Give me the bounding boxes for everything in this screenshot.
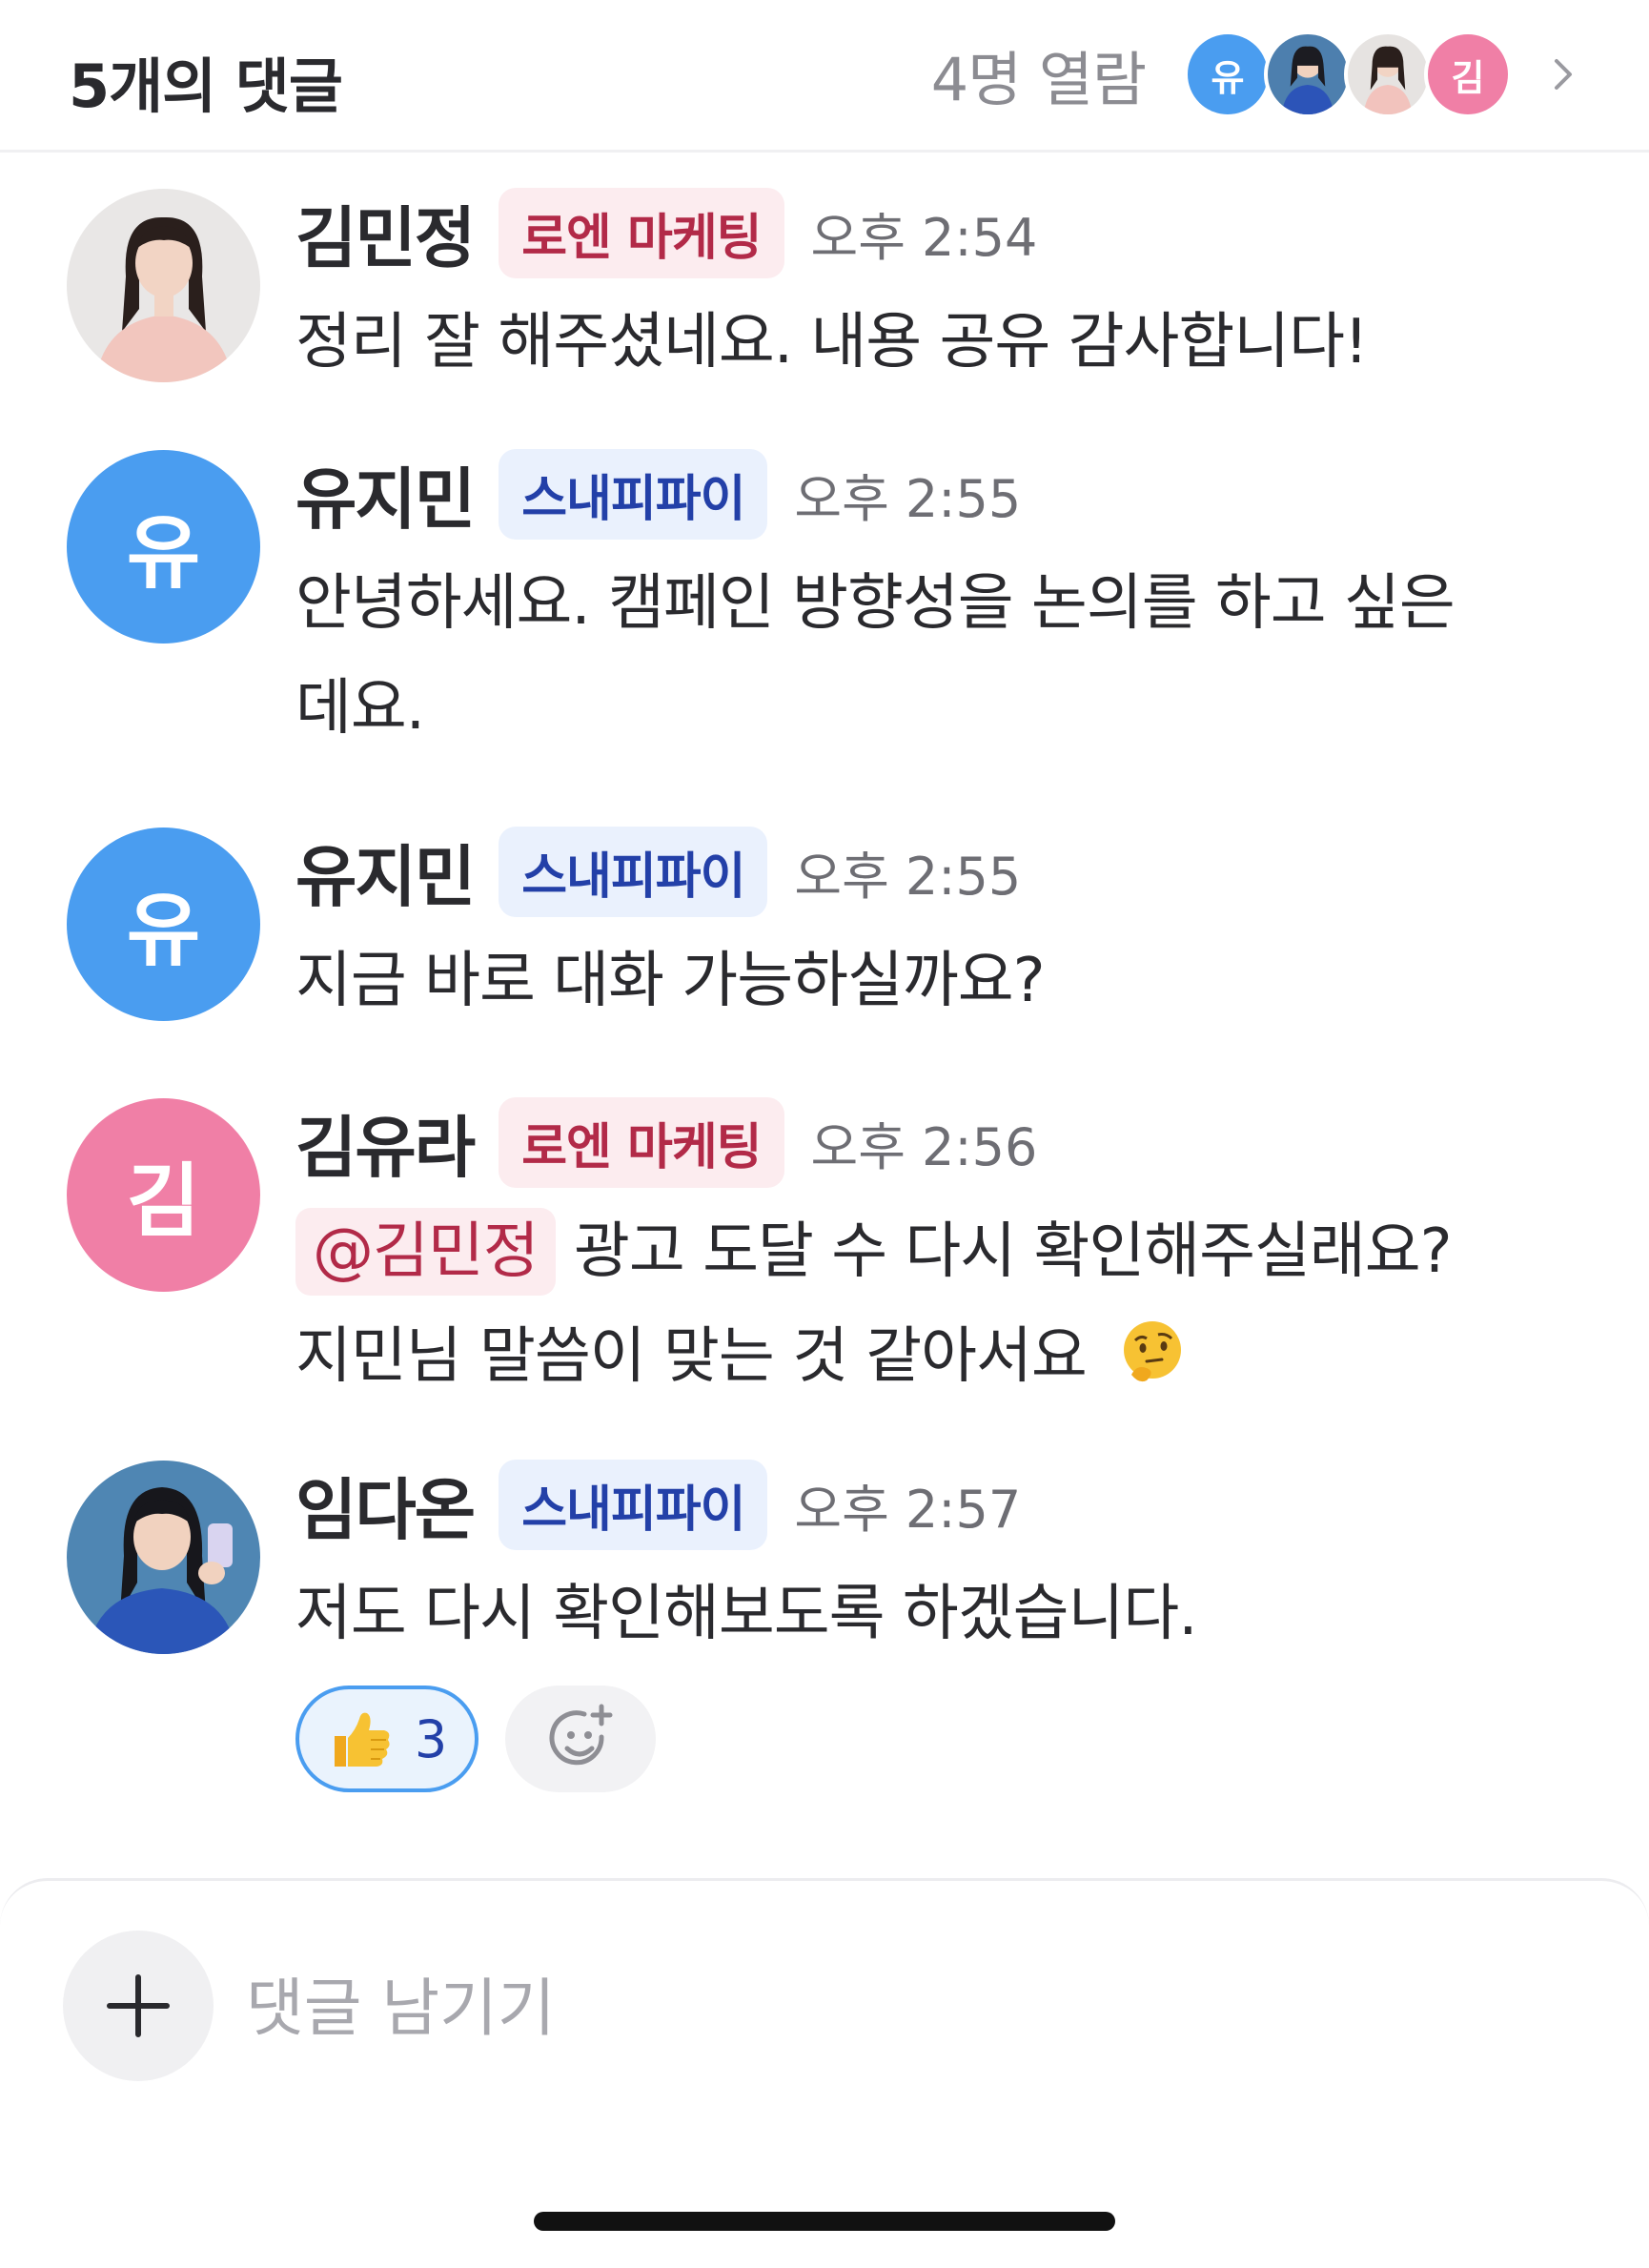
- comment-text-line: 지민님 말씀이 맞는 것 같아서요: [295, 1321, 1088, 1392]
- home-indicator: [534, 2212, 1115, 2231]
- company-badge: 스내피파이: [499, 448, 768, 540]
- comment-input-bar: [0, 1878, 1649, 2268]
- comment-text-line: 데요.: [295, 673, 425, 744]
- avatar[interactable]: 유: [67, 828, 260, 1021]
- author-name[interactable]: 김유라: [295, 1094, 476, 1191]
- avatar[interactable]: 유: [67, 450, 260, 644]
- avatar[interactable]: 김: [67, 1098, 260, 1292]
- company-badge: 로엔 마케팅: [499, 1096, 784, 1188]
- avatar[interactable]: [67, 189, 260, 382]
- author-name[interactable]: 유지민: [295, 824, 476, 920]
- thumbs-up-icon: [334, 1712, 390, 1767]
- viewer-avatar-photo: [1264, 31, 1352, 118]
- viewer-avatar-photo: [1344, 31, 1432, 118]
- company-badge: 스내피파이: [499, 826, 768, 917]
- comment-count-title: 5개의 댓글: [69, 51, 343, 121]
- comment-text-line: 광고 도달 수 다시 확인해주실래요?: [573, 1216, 1453, 1287]
- viewer-avatar: 김: [1424, 31, 1512, 118]
- plus-icon: [107, 1974, 170, 2037]
- company-badge: 스내피파이: [499, 1459, 768, 1550]
- timestamp: 오후 2:56: [810, 1116, 1038, 1177]
- timestamp: 오후 2:54: [810, 207, 1038, 268]
- attach-button[interactable]: [63, 1931, 214, 2081]
- comment-text: @김민정 광고 도달 수 다시 확인해주실래요? 지민님 말씀이 맞는 것 같아…: [295, 1199, 1630, 1409]
- thumbs-up-reaction[interactable]: 3: [295, 1686, 478, 1792]
- reactions: 3: [295, 1686, 1630, 1792]
- user-mention[interactable]: @김민정: [295, 1208, 556, 1296]
- timestamp: 오후 2:55: [794, 846, 1022, 907]
- author-name[interactable]: 김민정: [295, 185, 476, 281]
- comment-text-line: 안녕하세요. 캠페인 방향성을 논의를 하고 싶은: [295, 568, 1456, 639]
- comment-text: 정리 잘 해주셨네요. 내용 공유 감사합니다!: [295, 307, 1369, 378]
- timestamp: 오후 2:57: [794, 1479, 1022, 1540]
- viewers-count: 4명 열람: [930, 45, 1147, 114]
- author-name[interactable]: 유지민: [295, 446, 476, 542]
- comment-text: 지금 바로 대화 가능하실까요?: [295, 946, 1046, 1016]
- viewer-avatar: 유: [1184, 31, 1272, 118]
- chevron-right-icon: [1555, 59, 1572, 90]
- comment-text: 저도 다시 확인해보도록 하겠습니다.: [295, 1579, 1198, 1649]
- viewers-button[interactable]: 4명 열람 유 김: [931, 29, 1582, 120]
- timestamp: 오후 2:55: [794, 468, 1022, 529]
- comments-screen: 5개의 댓글 4명 열람 유 김 김민정 로엔 마케팅 오후 2:54 정리 잘…: [0, 0, 1649, 2268]
- add-emoji-icon: [549, 1704, 613, 1766]
- add-reaction-button[interactable]: [505, 1686, 656, 1792]
- company-badge: 로엔 마케팅: [499, 187, 784, 278]
- comment-input[interactable]: [246, 1955, 1561, 2060]
- avatar[interactable]: [67, 1461, 260, 1654]
- comment-text: 안녕하세요. 캠페인 방향성을 논의를 하고 싶은 데요.: [295, 551, 1630, 761]
- thinking-face-emoji-icon: [1124, 1321, 1182, 1382]
- comments-header: 5개의 댓글 4명 열람 유 김: [0, 0, 1649, 153]
- viewer-avatars: 유 김: [1184, 31, 1512, 118]
- reaction-count: 3: [414, 1708, 448, 1769]
- author-name[interactable]: 임다온: [295, 1457, 476, 1553]
